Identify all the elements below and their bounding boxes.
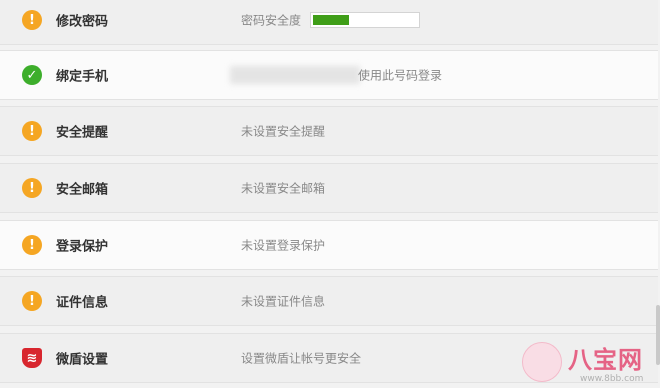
password-strength-bar (310, 12, 420, 28)
row-login-protection[interactable]: ! 登录保护 未设置登录保护 (0, 220, 658, 270)
password-strength-fill (313, 15, 350, 25)
exclamation-icon: ! (22, 291, 42, 311)
row-title: 登录保护 (56, 239, 109, 255)
row-desc: 未设置证件信息 (241, 294, 326, 309)
exclamation-icon: ! (22, 121, 42, 141)
site-watermark: 八宝网 www.8bb.com (520, 340, 660, 388)
row-security-email[interactable]: ! 安全邮箱 未设置安全邮箱 (0, 163, 658, 213)
row-title: 修改密码 (56, 14, 109, 30)
baby-face-logo-icon (522, 342, 562, 382)
check-icon: ✓ (22, 65, 42, 85)
row-id-info[interactable]: ! 证件信息 未设置证件信息 (0, 276, 658, 326)
exclamation-icon: ! (22, 178, 42, 198)
row-title: 安全邮箱 (56, 182, 109, 198)
row-desc: 使用此号码登录 (358, 68, 443, 83)
row-change-password[interactable]: ! 修改密码 密码安全度 (0, 0, 658, 45)
shield-icon: ≋ (22, 348, 42, 368)
row-security-alert[interactable]: ! 安全提醒 未设置安全提醒 (0, 106, 658, 156)
exclamation-icon: ! (22, 10, 42, 30)
row-desc: 未设置登录保护 (241, 238, 326, 253)
row-desc: 未设置安全提醒 (241, 124, 326, 139)
row-desc: 未设置安全邮箱 (241, 181, 326, 196)
watermark-text: 八宝网 (568, 346, 643, 374)
row-title: 证件信息 (56, 295, 109, 311)
row-title: 安全提醒 (56, 125, 109, 141)
row-title: 微盾设置 (56, 352, 109, 368)
watermark-url: www.8bb.com (580, 374, 644, 384)
exclamation-icon: ! (22, 235, 42, 255)
row-title: 绑定手机 (56, 69, 109, 85)
row-desc: 密码安全度 (241, 13, 302, 28)
blurred-phone-number (230, 66, 360, 84)
row-desc: 设置微盾让帐号更安全 (241, 351, 362, 366)
row-bind-phone[interactable]: ✓ 绑定手机 使用此号码登录 (0, 50, 658, 100)
